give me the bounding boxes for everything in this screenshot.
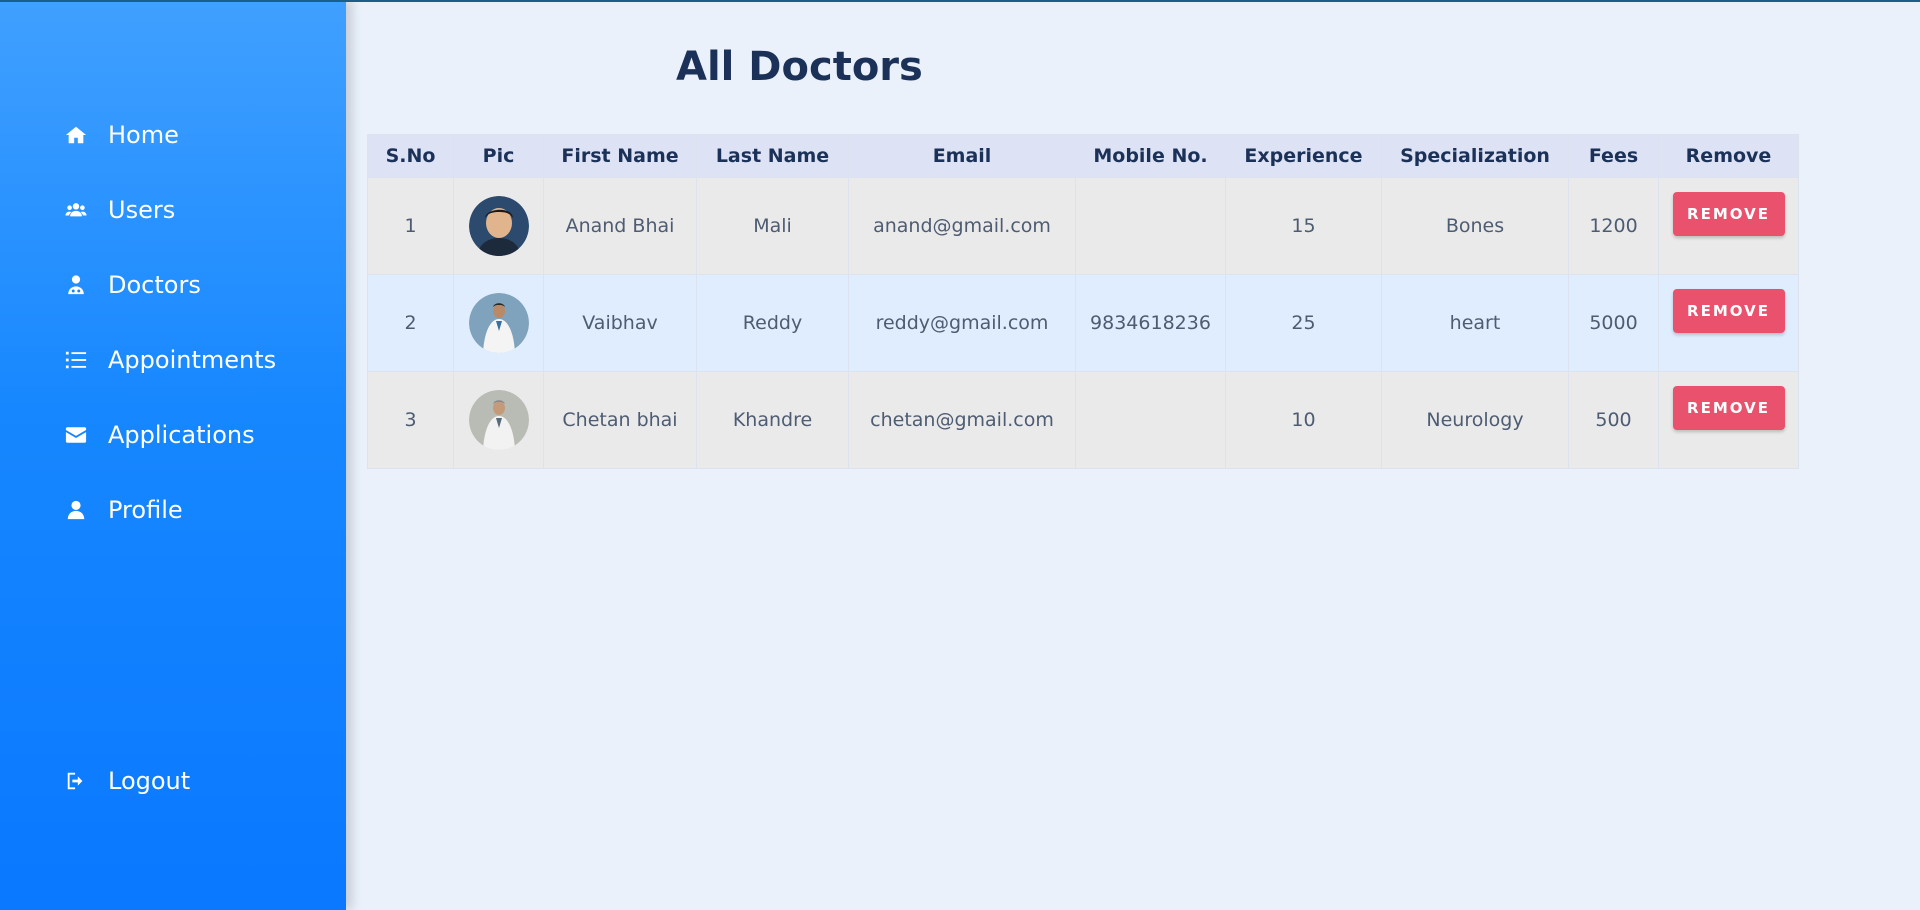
logout-label: Logout	[108, 767, 191, 795]
sidebar-item-label: Home	[108, 121, 179, 149]
mobile-cell: 9834618236	[1075, 274, 1226, 372]
doctor-avatar	[468, 390, 529, 450]
page-title: All Doctors	[676, 44, 923, 90]
sidebar-item-label: Appointments	[108, 346, 277, 374]
last-name-cell: Khandre	[696, 371, 849, 469]
remove-cell: REMOVE	[1658, 274, 1799, 372]
fees-cell: 5000	[1568, 274, 1659, 372]
doctors-table: S.No Pic First Name Last Name Email Mobi…	[367, 134, 1799, 469]
column-header-last-name: Last Name	[696, 134, 849, 178]
pic-cell	[453, 274, 544, 372]
first-name-cell: Chetan bhai	[543, 371, 697, 469]
fees-cell: 1200	[1568, 177, 1659, 275]
list-icon	[64, 348, 88, 372]
column-header-specialization: Specialization	[1381, 134, 1569, 178]
sidebar-item-applications[interactable]: Applications	[64, 421, 255, 449]
last-name-cell: Reddy	[696, 274, 849, 372]
sidebar-item-appointments[interactable]: Appointments	[64, 346, 276, 374]
column-header-fees: Fees	[1568, 134, 1659, 178]
sidebar-item-label: Applications	[108, 421, 255, 449]
specialization-cell: heart	[1381, 274, 1569, 372]
experience-cell: 10	[1225, 371, 1382, 469]
column-header-email: Email	[848, 134, 1076, 178]
email-cell: reddy@gmail.com	[848, 274, 1076, 372]
sno-cell: 1	[367, 177, 454, 275]
user-icon	[64, 498, 88, 522]
doctor-icon	[64, 273, 88, 297]
sidebar-item-label: Doctors	[108, 271, 201, 299]
users-icon	[64, 198, 88, 222]
logout-button[interactable]: Logout	[64, 767, 190, 795]
top-border	[0, 0, 1920, 2]
table-row: 1 Anand Bhai Mali anand@gmail.com 15 Bon…	[367, 177, 1799, 275]
pic-cell	[453, 371, 544, 469]
first-name-cell: Anand Bhai	[543, 177, 697, 275]
table-header-row: S.No Pic First Name Last Name Email Mobi…	[367, 134, 1799, 178]
table-row: 3 Chetan bhai Khandre chetan@gmail.com 1…	[367, 371, 1799, 469]
pic-cell	[453, 177, 544, 275]
fees-cell: 500	[1568, 371, 1659, 469]
sidebar-item-home[interactable]: Home	[64, 121, 179, 149]
column-header-sno: S.No	[367, 134, 454, 178]
sidebar-item-doctors[interactable]: Doctors	[64, 271, 201, 299]
specialization-cell: Bones	[1381, 177, 1569, 275]
doctor-avatar	[468, 196, 529, 256]
column-header-first-name: First Name	[543, 134, 697, 178]
column-header-experience: Experience	[1225, 134, 1382, 178]
experience-cell: 25	[1225, 274, 1382, 372]
email-cell: chetan@gmail.com	[848, 371, 1076, 469]
table-row: 2 Vaibhav Reddy reddy@gmail.com 98346182…	[367, 274, 1799, 372]
remove-button[interactable]: REMOVE	[1672, 386, 1785, 430]
email-cell: anand@gmail.com	[848, 177, 1076, 275]
sno-cell: 3	[367, 371, 454, 469]
mobile-cell	[1075, 177, 1226, 275]
specialization-cell: Neurology	[1381, 371, 1569, 469]
logout-icon	[64, 769, 88, 793]
sidebar-item-users[interactable]: Users	[64, 196, 175, 224]
sidebar-item-profile[interactable]: Profile	[64, 496, 183, 524]
doctor-avatar	[468, 293, 529, 353]
experience-cell: 15	[1225, 177, 1382, 275]
first-name-cell: Vaibhav	[543, 274, 697, 372]
remove-button[interactable]: REMOVE	[1672, 192, 1785, 236]
remove-button[interactable]: REMOVE	[1672, 289, 1785, 333]
column-header-mobile: Mobile No.	[1075, 134, 1226, 178]
mobile-cell	[1075, 371, 1226, 469]
sidebar-item-label: Users	[108, 196, 176, 224]
sidebar-item-label: Profile	[108, 496, 183, 524]
envelope-icon	[64, 423, 88, 447]
column-header-pic: Pic	[453, 134, 544, 178]
remove-cell: REMOVE	[1658, 177, 1799, 275]
column-header-remove: Remove	[1658, 134, 1799, 178]
remove-cell: REMOVE	[1658, 371, 1799, 469]
last-name-cell: Mali	[696, 177, 849, 275]
home-icon	[64, 123, 88, 147]
sidebar: Home Users Doctors Appointments Applicat…	[0, 0, 346, 910]
sno-cell: 2	[367, 274, 454, 372]
